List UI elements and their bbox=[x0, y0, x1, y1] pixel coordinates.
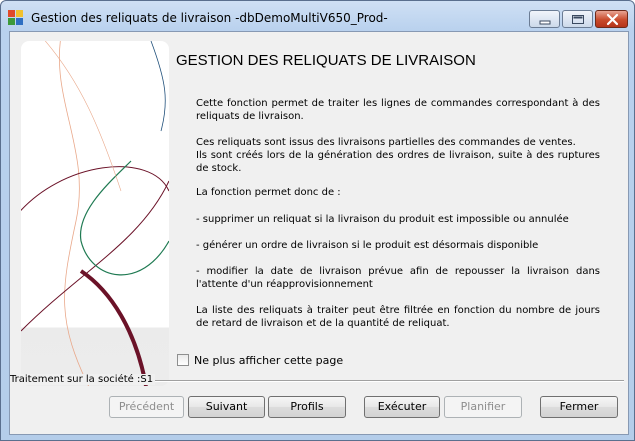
window-title: Gestion des reliquats de livraison -dbDe… bbox=[31, 11, 388, 25]
filter-paragraph: La liste des reliquats à traiter peut êt… bbox=[196, 305, 600, 329]
wizard-panel: GESTION DES RELIQUATS DE LIVRAISON Cette… bbox=[9, 31, 629, 435]
company-label: Traitement sur la société :S1 bbox=[10, 374, 156, 385]
schedule-button[interactable]: Planifier bbox=[444, 396, 522, 418]
execute-button[interactable]: Exécuter bbox=[364, 396, 440, 418]
separator-line bbox=[148, 380, 624, 382]
close-button[interactable]: Fermer bbox=[540, 396, 618, 418]
close-window-button[interactable] bbox=[595, 10, 628, 28]
minimize-button[interactable] bbox=[529, 10, 560, 28]
dont-show-again-checkbox[interactable] bbox=[177, 354, 189, 366]
functions-intro: La fonction permet donc de : bbox=[196, 187, 341, 198]
source-paragraph: Ces reliquats sont issus des livraisons … bbox=[196, 137, 576, 148]
minimize-icon bbox=[539, 20, 551, 25]
intro-paragraph: Cette fonction permet de traiter les lig… bbox=[196, 98, 600, 122]
decorative-curves-illustration bbox=[21, 41, 169, 386]
creation-paragraph: Ils sont créés lors de la génération des… bbox=[196, 150, 600, 174]
app-window: Gestion des reliquats de livraison -dbDe… bbox=[0, 0, 635, 441]
page-title: GESTION DES RELIQUATS DE LIVRAISON bbox=[176, 52, 476, 69]
function-item-generate: - générer un ordre de livraison si le pr… bbox=[196, 240, 539, 251]
function-item-modify: - modifier la date de livraison prévue a… bbox=[196, 266, 600, 290]
next-button[interactable]: Suivant bbox=[188, 396, 265, 418]
maximize-icon bbox=[572, 15, 584, 24]
app-multicolor-icon bbox=[8, 10, 24, 26]
function-item-delete: - supprimer un reliquat si la livraison … bbox=[196, 214, 569, 225]
close-icon bbox=[606, 13, 619, 26]
title-bar[interactable]: Gestion des reliquats de livraison -dbDe… bbox=[1, 1, 634, 35]
previous-button[interactable]: Précédent bbox=[109, 396, 184, 418]
dont-show-again-label[interactable]: Ne plus afficher cette page bbox=[194, 354, 343, 367]
maximize-button[interactable] bbox=[562, 10, 593, 28]
profiles-button[interactable]: Profils bbox=[268, 396, 346, 418]
